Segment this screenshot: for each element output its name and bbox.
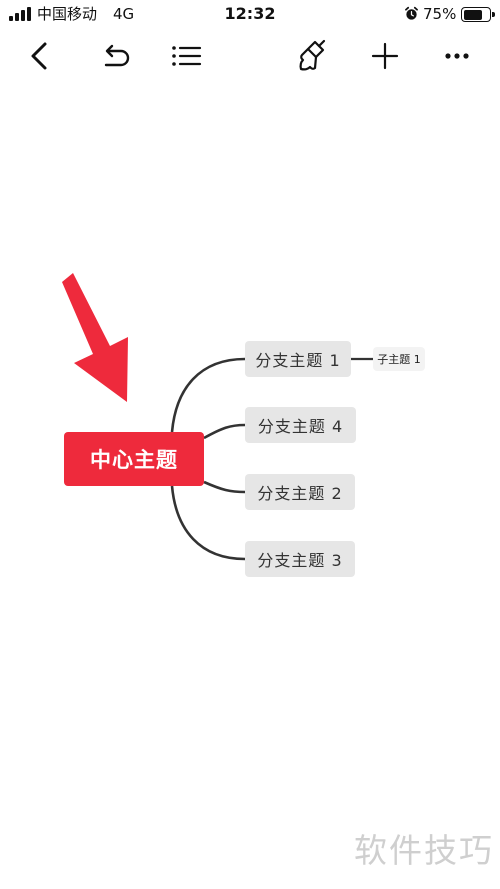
watermark: 软件技巧 bbox=[354, 831, 494, 870]
annotation-arrow-icon bbox=[62, 273, 128, 402]
